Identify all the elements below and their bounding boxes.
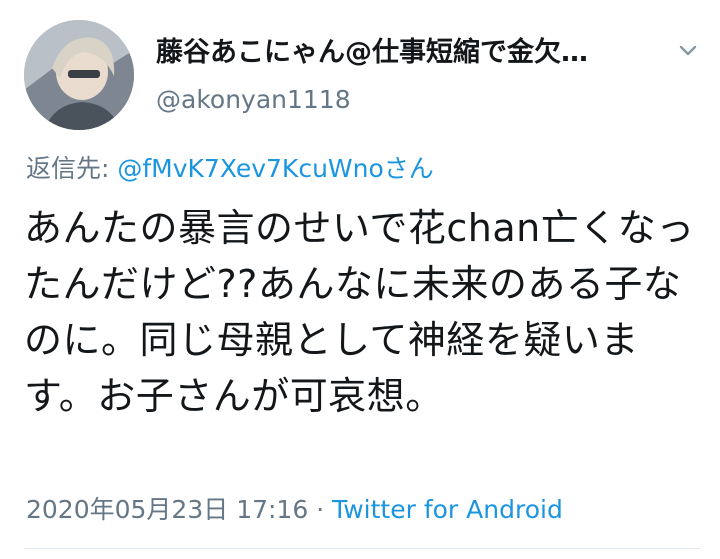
divider (24, 548, 700, 549)
tweet-text: あんたの暴言のせいで花chan亡くなったんだけど??あんなに未来のある子なのに。… (24, 206, 695, 418)
tweet-source-link[interactable]: Twitter for Android (332, 495, 563, 524)
meta-separator: · (308, 495, 333, 524)
avatar-photo (24, 20, 134, 130)
author-handle[interactable]: @akonyan1118 (156, 84, 351, 116)
avatar[interactable] (24, 20, 134, 130)
reply-prefix: 返信先: (26, 154, 118, 183)
author-display-name[interactable]: 藤谷あこにゃん@仕事短縮で金欠… (156, 36, 656, 70)
tweet-timestamp[interactable]: 2020年05月23日 17:16 (26, 495, 308, 524)
reply-mention-link[interactable]: @fMvK7Xev7KcuWnoさん (117, 154, 433, 183)
tweet-meta: 2020年05月23日 17:16 · Twitter for Android (26, 493, 563, 527)
tweet-card: 藤谷あこにゃん@仕事短縮で金欠… @akonyan1118 返信先: @fMvK… (0, 0, 720, 559)
reply-context: 返信先: @fMvK7Xev7KcuWnoさん (26, 152, 434, 186)
chevron-down-icon[interactable] (674, 36, 702, 64)
